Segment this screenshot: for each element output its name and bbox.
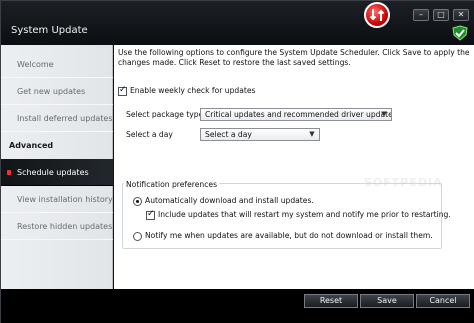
intro-text: Use the following options to configure t… [118,48,470,67]
notification-preferences-title: Notification preferences [124,180,220,189]
weekly-check-label: Enable weekly check for updates [130,86,256,95]
sidebar-item-view-installation-history[interactable]: View installation history [1,186,113,213]
notify-only-radio[interactable] [133,232,142,241]
package-type-select[interactable]: Critical updates and recommended driver … [200,108,392,121]
day-select[interactable]: Select a day ▼ [200,128,320,141]
package-type-label: Select package type: [126,110,206,119]
chevron-down-icon: ▼ [309,130,315,138]
sidebar-item-restore-hidden-updates[interactable]: Restore hidden updates [1,213,113,240]
auto-install-label: Automatically download and install updat… [145,196,314,205]
day-value: Select a day [205,130,252,139]
save-button[interactable]: Save [360,294,414,308]
watermark: SOFTPEDIA [364,176,443,189]
title-bar: System Update – □ ✕ [1,1,474,45]
close-button[interactable]: ✕ [453,9,469,21]
system-update-window: System Update – □ ✕ Welcome Get new upda… [0,0,474,323]
window-title: System Update [11,25,88,36]
include-restart-label: Include updates that will restart my sys… [158,210,451,219]
sidebar-heading-advanced: Advanced [9,141,54,150]
window-controls: – □ ✕ [413,9,469,21]
cancel-button[interactable]: Cancel [416,294,470,308]
weekly-check-checkbox[interactable] [118,85,127,96]
sidebar-item-get-new-updates[interactable]: Get new updates [1,78,113,105]
minimize-button[interactable]: – [413,9,429,21]
package-type-value: Critical updates and recommended driver … [205,110,392,119]
reset-button[interactable]: Reset [304,294,358,308]
shield-check-icon [452,25,468,41]
main-content: Use the following options to configure t… [114,45,474,289]
notify-only-label: Notify me when updates are available, bu… [145,231,433,240]
sidebar-item-install-deferred-updates[interactable]: Install deferred updates [1,105,113,132]
update-arrows-icon [364,2,390,28]
day-label: Select a day [126,130,173,139]
maximize-button[interactable]: □ [433,9,449,21]
sidebar-item-schedule-updates[interactable]: Schedule updates [1,159,113,186]
include-restart-checkbox[interactable] [146,209,155,220]
chevron-down-icon: ▼ [381,110,387,118]
sidebar-item-welcome[interactable]: Welcome [1,51,113,78]
auto-install-radio[interactable] [133,197,142,206]
sidebar: Welcome Get new updates Install deferred… [1,45,113,289]
footer-bar: Reset Save Cancel [1,289,474,323]
